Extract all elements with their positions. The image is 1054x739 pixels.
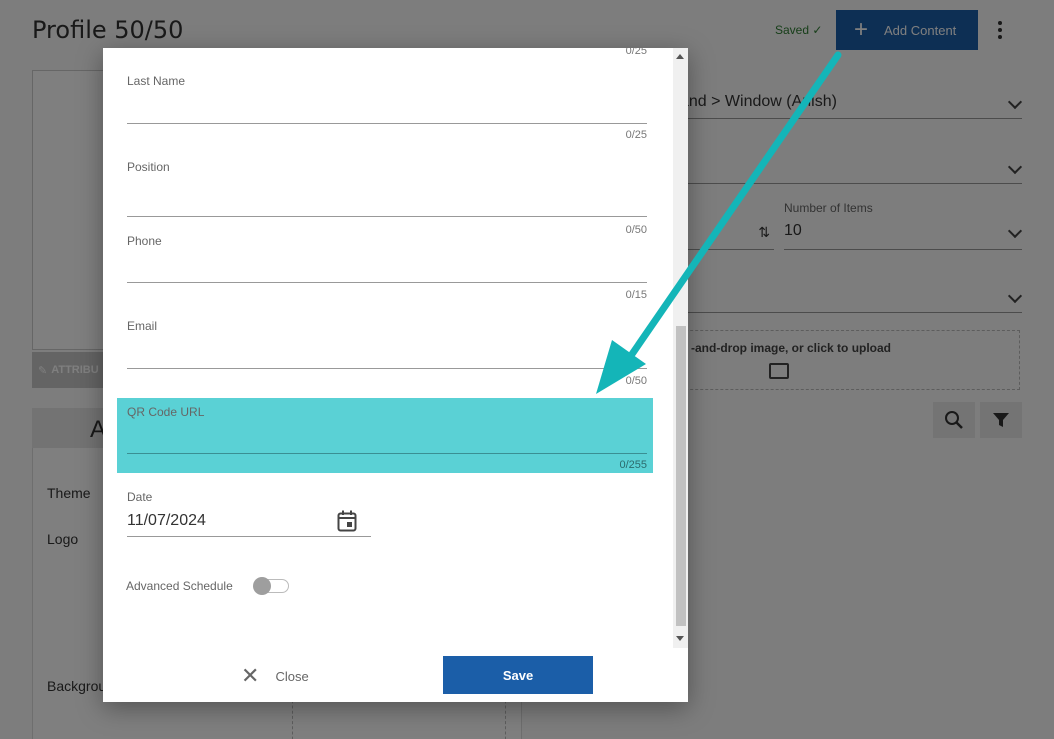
email-counter: 0/50 [625,375,647,387]
edit-content-dialog: 0/25 Last Name 0/25 Position 0/50 Phone … [103,48,688,702]
advanced-schedule-toggle-knob[interactable] [253,577,271,595]
qr-code-url-counter: 0/255 [619,459,647,471]
scrollbar-thumb[interactable] [676,326,686,626]
phone-field[interactable]: Phone [127,234,647,248]
position-label: Position [127,160,170,174]
position-field[interactable]: Position [127,160,647,174]
dialog-scroll-area[interactable]: 0/25 Last Name 0/25 Position 0/50 Phone … [103,48,673,648]
qr-code-url-label: QR Code URL [127,405,205,419]
qr-code-url-field[interactable]: QR Code URL [127,405,647,419]
calendar-icon[interactable] [337,510,357,532]
date-field[interactable]: Date [127,490,371,504]
date-value[interactable]: 11/07/2024 [127,512,206,530]
scroll-up-arrow-icon[interactable] [676,54,684,59]
position-input-line[interactable] [127,216,647,217]
last-name-field[interactable]: Last Name [127,74,647,88]
date-input-line[interactable] [127,536,371,537]
date-label: Date [127,490,153,504]
last-name-counter: 0/25 [625,129,647,141]
close-label: Close [275,668,309,684]
qr-code-url-input-line[interactable] [127,453,647,454]
close-icon: ✕ [241,663,260,688]
phone-label: Phone [127,234,162,248]
phone-counter: 0/15 [625,289,647,301]
save-button[interactable]: Save [443,656,593,694]
advanced-schedule-label: Advanced Schedule [126,579,233,593]
last-name-label: Last Name [127,74,186,88]
close-button[interactable]: ✕ Close [241,665,309,687]
email-field[interactable]: Email [127,319,647,333]
scroll-down-arrow-icon[interactable] [676,636,684,641]
top-char-counter: 0/25 [625,48,647,57]
last-name-input-line[interactable] [127,123,647,124]
email-input-line[interactable] [127,368,647,369]
email-label: Email [127,319,158,333]
phone-input-line[interactable] [127,282,647,283]
